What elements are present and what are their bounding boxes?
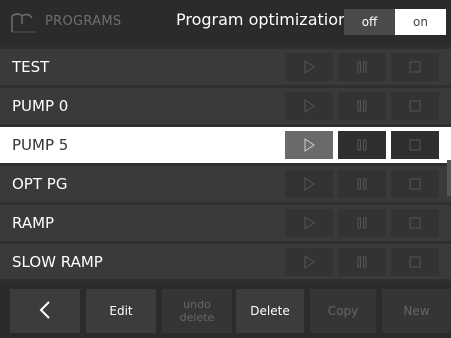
programs-screen: PROGRAMS Program optimization: off on TE… bbox=[0, 0, 451, 338]
pause-icon bbox=[356, 217, 368, 229]
play-icon bbox=[302, 177, 316, 191]
undo-delete-label: undo delete bbox=[179, 298, 215, 324]
play-button[interactable] bbox=[285, 248, 333, 276]
play-icon bbox=[302, 60, 316, 74]
program-label: OPT PG bbox=[12, 175, 68, 193]
program-label: TEST bbox=[12, 58, 50, 76]
stop-icon bbox=[409, 178, 421, 190]
play-icon bbox=[302, 138, 316, 152]
stop-icon bbox=[409, 61, 421, 73]
play-button[interactable] bbox=[285, 131, 333, 159]
play-button[interactable] bbox=[285, 53, 333, 81]
play-icon bbox=[302, 216, 316, 230]
pause-icon bbox=[356, 139, 368, 151]
program-row[interactable]: SLOW RAMP bbox=[0, 244, 451, 279]
pause-button[interactable] bbox=[338, 131, 386, 159]
program-label: PUMP 5 bbox=[12, 136, 69, 154]
program-row[interactable]: PUMP 0 bbox=[0, 88, 451, 124]
play-icon bbox=[302, 99, 316, 113]
program-row-selected[interactable]: PUMP 5 bbox=[0, 127, 451, 163]
chevron-left-icon bbox=[39, 300, 51, 322]
program-label: PUMP 0 bbox=[12, 97, 69, 115]
stop-button[interactable] bbox=[391, 170, 439, 198]
program-row[interactable]: OPT PG bbox=[0, 166, 451, 202]
toggle-on-button[interactable]: on bbox=[395, 9, 446, 35]
delete-button[interactable]: Delete bbox=[236, 289, 304, 333]
pause-button[interactable] bbox=[338, 170, 386, 198]
program-row[interactable]: RAMP bbox=[0, 205, 451, 241]
stop-icon bbox=[409, 139, 421, 151]
program-label: SLOW RAMP bbox=[12, 253, 103, 271]
optimization-label: Program optimization: bbox=[176, 10, 354, 29]
stop-icon bbox=[409, 217, 421, 229]
stop-icon bbox=[409, 256, 421, 268]
header: PROGRAMS Program optimization: off on bbox=[0, 0, 451, 44]
back-button[interactable] bbox=[10, 289, 80, 333]
page-title: PROGRAMS bbox=[45, 14, 122, 29]
pause-button[interactable] bbox=[338, 209, 386, 237]
pause-icon bbox=[356, 256, 368, 268]
program-list: TEST PUMP 0 PUMP 5 OPT PG RAMP SLOW RAMP bbox=[0, 49, 451, 279]
play-button[interactable] bbox=[285, 209, 333, 237]
stop-button[interactable] bbox=[391, 131, 439, 159]
pause-button[interactable] bbox=[338, 248, 386, 276]
toggle-off-button[interactable]: off bbox=[344, 9, 395, 35]
bottom-toolbar: Edit undo delete Delete Copy New bbox=[0, 284, 451, 338]
pause-button[interactable] bbox=[338, 92, 386, 120]
stop-button[interactable] bbox=[391, 53, 439, 81]
play-button[interactable] bbox=[285, 170, 333, 198]
pause-icon bbox=[356, 100, 368, 112]
stop-button[interactable] bbox=[391, 248, 439, 276]
stop-button[interactable] bbox=[391, 92, 439, 120]
undo-delete-button[interactable]: undo delete bbox=[162, 289, 232, 333]
program-label: RAMP bbox=[12, 214, 55, 232]
play-button[interactable] bbox=[285, 92, 333, 120]
play-icon bbox=[302, 255, 316, 269]
stop-icon bbox=[409, 100, 421, 112]
optimization-toggle[interactable]: off on bbox=[344, 9, 446, 35]
pause-button[interactable] bbox=[338, 53, 386, 81]
pause-icon bbox=[356, 61, 368, 73]
stop-button[interactable] bbox=[391, 209, 439, 237]
program-row[interactable]: TEST bbox=[0, 49, 451, 85]
edit-button[interactable]: Edit bbox=[86, 289, 156, 333]
copy-button[interactable]: Copy bbox=[310, 289, 376, 333]
logo-icon bbox=[10, 10, 38, 34]
new-button[interactable]: New bbox=[382, 289, 451, 333]
pause-icon bbox=[356, 178, 368, 190]
list-scrollbar[interactable] bbox=[447, 160, 451, 196]
